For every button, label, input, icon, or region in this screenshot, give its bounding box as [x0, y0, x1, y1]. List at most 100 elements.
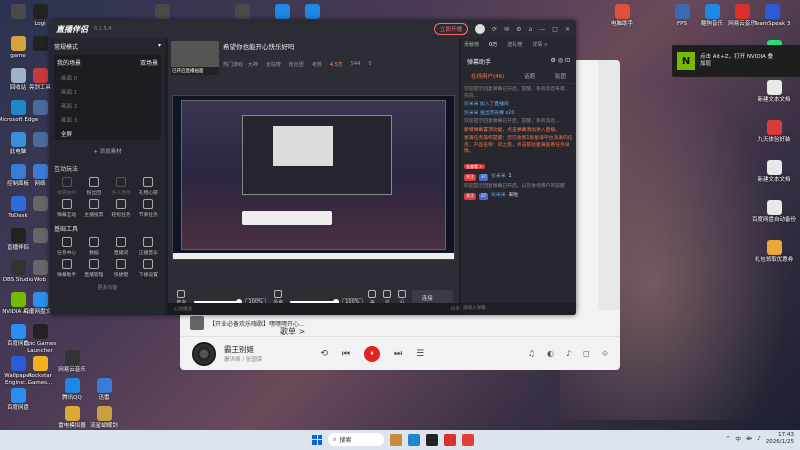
danmu-input[interactable]: 请输入弹幕: [461, 303, 576, 315]
minimize-icon[interactable]: —: [539, 26, 545, 33]
desktop-icon[interactable]: 电脑助手: [600, 4, 644, 28]
playlist-icon[interactable]: ☰: [416, 349, 424, 359]
ime-icon[interactable]: 中: [735, 435, 741, 443]
miniplayer-icon[interactable]: ◻: [583, 349, 590, 359]
danmu-line[interactable]: 仪米米 送出荧光棒 x20: [464, 111, 573, 118]
tool-item[interactable]: 正播音乐: [136, 237, 161, 256]
taskbar-search[interactable]: ⌕ 搜索: [328, 433, 384, 446]
start-button[interactable]: [312, 434, 322, 445]
tool-item[interactable]: 直播管理: [81, 259, 106, 278]
mail-icon[interactable]: ✉: [504, 26, 509, 33]
more-functions-button[interactable]: 更多功能: [54, 284, 161, 291]
next-icon[interactable]: ⏭: [394, 349, 402, 359]
exam-tag[interactable]: 考核: [312, 61, 322, 68]
network-icon[interactable]: ⟴: [746, 436, 752, 442]
comment-row[interactable]: 关注 37 仪米米 1: [464, 174, 573, 181]
maximize-icon[interactable]: □: [552, 26, 558, 33]
desktop-icon[interactable]: 礼包领取优惠券: [752, 240, 796, 264]
category-tag[interactable]: 热门游戏 · 大神: [223, 61, 258, 68]
rank-tag[interactable]: 全站榜: [266, 61, 281, 68]
desktop-icon[interactable]: 新建文本文档: [752, 80, 796, 104]
tab-stickers[interactable]: 贴图: [555, 72, 566, 80]
tool-item[interactable]: 弹幕助手: [54, 259, 79, 278]
pause-button[interactable]: ⏸: [364, 345, 381, 362]
taskbar-app-streamer[interactable]: [426, 433, 438, 446]
prev-icon[interactable]: ⏮: [342, 349, 350, 359]
danmu-settings-icon[interactable]: ⚙ ◎ ⊡: [551, 57, 570, 66]
comment-user-2[interactable]: 仪米米: [491, 193, 505, 200]
fans-tag[interactable]: 粉丝团: [289, 61, 304, 68]
scene-item[interactable]: 画面 1: [57, 85, 158, 99]
taskbar-app-other[interactable]: [462, 433, 474, 446]
effect-icon[interactable]: ◐: [547, 349, 554, 359]
clock[interactable]: 17:43 2026/1/25: [766, 432, 794, 446]
album-disc-icon[interactable]: [192, 341, 216, 366]
danmu-line[interactable]: 仪米米 加入了直播间: [464, 102, 573, 109]
scene-item[interactable]: 画面 0: [57, 71, 158, 85]
taskbar-app-files[interactable]: [390, 433, 402, 446]
go-live-button[interactable]: 立即开播: [434, 23, 469, 35]
tab-topic[interactable]: 话题: [524, 72, 535, 80]
scene-sub[interactable]: 双场景: [140, 58, 158, 67]
danmu-line[interactable]: 欢迎提示回复弹幕已开启，提醒，系统消息...: [464, 119, 573, 126]
tool-item[interactable]: 粉丝团: [81, 177, 106, 196]
danmu-line[interactable]: 新增弹幕置顶功能，点击弹幕添加进入直播。: [464, 128, 573, 135]
desktop-icon[interactable]: 迅雷: [82, 378, 126, 402]
tool-item[interactable]: 快捷键: [109, 259, 134, 278]
view-task-button[interactable]: 去查看 >: [464, 163, 485, 169]
tool-item[interactable]: 数据: [81, 237, 106, 256]
stream-cover[interactable]: 已开启直播画面: [171, 41, 219, 75]
volume-icon[interactable]: ♪: [566, 349, 571, 359]
tab-online-users[interactable]: 在线用户(46): [471, 72, 504, 80]
desktop-icon[interactable]: [140, 4, 184, 21]
scene-item[interactable]: 画面 2: [57, 99, 158, 113]
volume-tray-icon[interactable]: ♪: [757, 436, 761, 442]
desktop-icon[interactable]: 百度网盘自动备份: [752, 200, 796, 224]
repeat-icon[interactable]: ⟲: [320, 349, 328, 359]
danmu-line[interactable]: 星海任务操作提醒：您已收到1张星海平台派发的任务，产品名称：风之旅，点击前往星海…: [464, 136, 573, 156]
tool-item[interactable]: 弹幕互动: [54, 199, 79, 218]
tool-item[interactable]: 福袋抽奖: [54, 177, 79, 196]
lyrics-icon[interactable]: ♫: [528, 349, 535, 359]
desktop-icon[interactable]: 新建文本文档: [752, 160, 796, 184]
tool-item[interactable]: 节奏任务: [136, 199, 161, 218]
refresh-icon[interactable]: ⟳: [492, 26, 497, 33]
danmu-line[interactable]: 欢迎提示回复弹幕已开启，提醒，系统消息来袭，先说...: [464, 87, 573, 100]
tab-gift[interactable]: 送礼榜: [507, 41, 522, 48]
tool-item[interactable]: 礼物心愿: [136, 177, 161, 196]
stream-preview[interactable]: [172, 95, 455, 260]
song-artist[interactable]: 屠洪纲 / 张国荣: [224, 355, 262, 363]
close-icon[interactable]: ✕: [565, 26, 570, 33]
comment-user[interactable]: 仪米米: [491, 174, 505, 181]
tool-item[interactable]: 多人连线: [109, 177, 134, 196]
desktop-icon[interactable]: 百度网盘: [0, 388, 40, 412]
taskbar-app-music[interactable]: [444, 433, 456, 446]
tab-detail[interactable]: 详情 >: [532, 41, 548, 48]
song-title[interactable]: 霸王别姬: [224, 344, 262, 355]
tool-item[interactable]: 轻松任务: [109, 199, 134, 218]
settings-icon[interactable]: ⚙: [516, 26, 521, 33]
collapse-icon[interactable]: ▾: [158, 42, 161, 51]
desktop-icon[interactable]: 网易云音乐: [50, 350, 94, 374]
desktop-icon[interactable]: [220, 4, 264, 21]
tool-item[interactable]: 直播间: [109, 237, 134, 256]
desktop-icon[interactable]: TeamSpeak 3: [750, 4, 794, 28]
nvidia-overlay-toast[interactable]: N 点击 Alt+Z，打开 NVIDIA 叠 加层: [672, 45, 800, 77]
mode-selector[interactable]: 常规模式: [54, 42, 78, 51]
stream-title[interactable]: 希望你也能开心快乐好吗: [223, 41, 456, 51]
avatar[interactable]: [475, 24, 486, 34]
scene-item[interactable]: 全屏: [57, 127, 158, 141]
tab-contrib[interactable]: 贡献榜: [464, 41, 479, 48]
taskbar-app-edge[interactable]: [408, 433, 420, 446]
add-source-button[interactable]: + 添加素材: [54, 144, 161, 158]
tool-item[interactable]: 下播设置: [136, 259, 161, 278]
now-playing-banner[interactable]: 【开业必备欢乐嗨歌】嘿嘿嘿开心...: [190, 316, 610, 330]
tool-item[interactable]: 主播投票: [81, 199, 106, 218]
queue-icon[interactable]: ⟐: [602, 349, 608, 359]
home-icon[interactable]: ⌂: [528, 26, 532, 33]
tool-item[interactable]: 任务中心: [54, 237, 79, 256]
comment-row-2[interactable]: 关注 37 仪米米 来啦: [464, 193, 573, 200]
scene-item[interactable]: 画面 3: [57, 113, 158, 127]
desktop-icon[interactable]: 九天体验好装: [752, 120, 796, 144]
tray-expand-icon[interactable]: ^: [726, 436, 731, 442]
